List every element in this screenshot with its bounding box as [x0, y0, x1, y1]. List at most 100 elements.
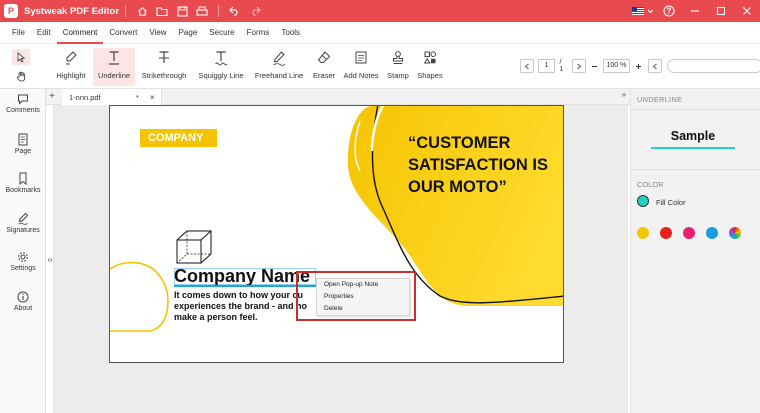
menu-view[interactable]: View: [143, 22, 172, 44]
tab-document[interactable]: 1-nnn.pdf * ×: [62, 89, 162, 105]
unsaved-indicator: *: [136, 92, 139, 102]
eraser-icon: [317, 48, 331, 68]
panel-divider: [631, 169, 760, 170]
fill-color-swatch[interactable]: [637, 195, 649, 207]
title-divider: [125, 5, 127, 17]
menu-edit[interactable]: Edit: [31, 22, 57, 44]
menu-bar: File Edit Comment Convert View Page Secu…: [0, 22, 760, 44]
tool-stamp[interactable]: Stamp: [385, 48, 411, 86]
next-page-button[interactable]: [572, 59, 586, 73]
pdf-page[interactable]: COMPANY “CUSTOMER SATISFACTION IS OUR MO…: [109, 105, 564, 363]
menu-forms[interactable]: Forms: [241, 22, 276, 44]
menu-item-open-popup-note[interactable]: Open Pop-up Note: [317, 279, 409, 291]
menu-file[interactable]: File: [6, 22, 31, 44]
color-picker-multicolor[interactable]: [729, 227, 741, 239]
sidebar-item-comments[interactable]: Comments: [0, 93, 46, 114]
app-title: Systweak PDF Editor: [24, 5, 120, 17]
expand-panel-icon[interactable]: »: [622, 90, 626, 99]
company-name[interactable]: Company Name: [174, 266, 310, 287]
select-cursor-icon[interactable]: [12, 49, 30, 65]
panel-title: UNDERLINE: [637, 95, 683, 104]
signature-pen-icon: [18, 212, 29, 225]
color-swatch-blue[interactable]: [706, 227, 718, 239]
highlight-pen-icon: [64, 48, 78, 68]
menu-item-delete[interactable]: Delete: [317, 303, 409, 315]
stamp-icon: [391, 48, 405, 68]
page-icon: [18, 133, 28, 146]
home-icon[interactable]: [132, 2, 152, 20]
page-total: / 1: [559, 59, 564, 73]
save-icon[interactable]: [172, 2, 192, 20]
color-swatch-yellow[interactable]: [637, 227, 649, 239]
color-swatch-red[interactable]: [660, 227, 672, 239]
svg-text:?: ?: [667, 7, 672, 16]
menu-item-properties[interactable]: Properties: [317, 291, 409, 303]
color-section-title: COLOR: [637, 180, 664, 189]
tool-shapes[interactable]: Shapes: [416, 48, 444, 86]
cube-logo-icon: [176, 230, 212, 264]
headline: “CUSTOMER SATISFACTION IS OUR MOTO”: [408, 134, 548, 196]
properties-panel: UNDERLINE Sample COLOR Fill Color: [630, 89, 760, 413]
document-tabs: + 1-nnn.pdf * × »: [46, 89, 630, 105]
info-icon: [17, 291, 29, 303]
tool-strikethrough[interactable]: Strikethrough: [138, 48, 190, 86]
print-icon[interactable]: [192, 2, 212, 20]
zoom-in-icon[interactable]: [634, 59, 642, 73]
underline-annotation[interactable]: [174, 285, 316, 287]
fill-color-label: Fill Color: [656, 198, 686, 207]
app-logo-icon: P: [4, 4, 18, 18]
open-folder-icon[interactable]: [152, 2, 172, 20]
menu-comment[interactable]: Comment: [56, 22, 104, 44]
document-viewer[interactable]: COMPANY “CUSTOMER SATISFACTION IS OUR MO…: [54, 105, 628, 413]
tool-highlight[interactable]: Highlight: [51, 48, 91, 86]
maximize-icon[interactable]: [708, 2, 734, 20]
menu-tools[interactable]: Tools: [275, 22, 306, 44]
tool-eraser[interactable]: Eraser: [310, 48, 338, 86]
underline-icon: [107, 48, 121, 68]
sidebar-item-bookmarks[interactable]: Bookmarks: [0, 172, 46, 194]
hand-pan-icon[interactable]: [12, 68, 30, 84]
context-menu: Open Pop-up Note Properties Delete: [316, 278, 410, 316]
menu-convert[interactable]: Convert: [103, 22, 143, 44]
undo-icon[interactable]: [225, 2, 245, 20]
gear-icon: [18, 252, 28, 262]
shapes-icon: [423, 48, 437, 68]
underline-sample: Sample: [670, 129, 716, 143]
sidebar-item-about[interactable]: About: [0, 291, 46, 312]
zoom-out-icon[interactable]: [591, 59, 599, 73]
company-badge: COMPANY: [140, 129, 217, 147]
comment-bubble-icon: [18, 94, 28, 105]
tool-freehand-line[interactable]: Freehand Line: [252, 48, 306, 86]
help-icon[interactable]: ?: [656, 2, 682, 20]
page-number-input[interactable]: 1: [537, 59, 556, 73]
comment-toolbar: Highlight Underline Strikethrough Squigg…: [0, 44, 760, 89]
strikethrough-icon: [157, 48, 171, 68]
sidebar-item-page[interactable]: Page: [0, 133, 46, 155]
sidebar-item-settings[interactable]: Settings: [0, 251, 46, 272]
sidebar-splitter[interactable]: [46, 105, 54, 413]
language-flag-icon[interactable]: [630, 2, 656, 20]
close-window-icon[interactable]: [734, 2, 760, 20]
collapse-left-button[interactable]: [648, 59, 662, 73]
freehand-icon: [272, 48, 286, 68]
prev-page-button[interactable]: [520, 59, 534, 73]
color-swatch-pink[interactable]: [683, 227, 695, 239]
zoom-level-input[interactable]: 100 %: [602, 59, 631, 73]
menu-secure[interactable]: Secure: [203, 22, 240, 44]
tool-add-notes[interactable]: Add Notes: [341, 48, 381, 86]
bookmark-icon: [19, 172, 27, 185]
search-input[interactable]: [666, 59, 760, 73]
squiggly-icon: [214, 48, 228, 68]
minimize-icon[interactable]: [682, 2, 708, 20]
close-tab-icon[interactable]: ×: [150, 93, 155, 102]
left-sidebar: Comments Page Bookmarks Signatures Setti…: [0, 89, 46, 413]
new-tab-icon[interactable]: +: [49, 91, 55, 102]
menu-page[interactable]: Page: [173, 22, 204, 44]
tool-squiggly-line[interactable]: Squiggly Line: [194, 48, 248, 86]
panel-divider: [631, 109, 760, 110]
redo-icon[interactable]: [245, 2, 265, 20]
note-icon: [354, 48, 368, 68]
sample-underline: [651, 147, 735, 149]
sidebar-item-signatures[interactable]: Signatures: [0, 212, 46, 234]
tool-underline[interactable]: Underline: [93, 48, 135, 86]
